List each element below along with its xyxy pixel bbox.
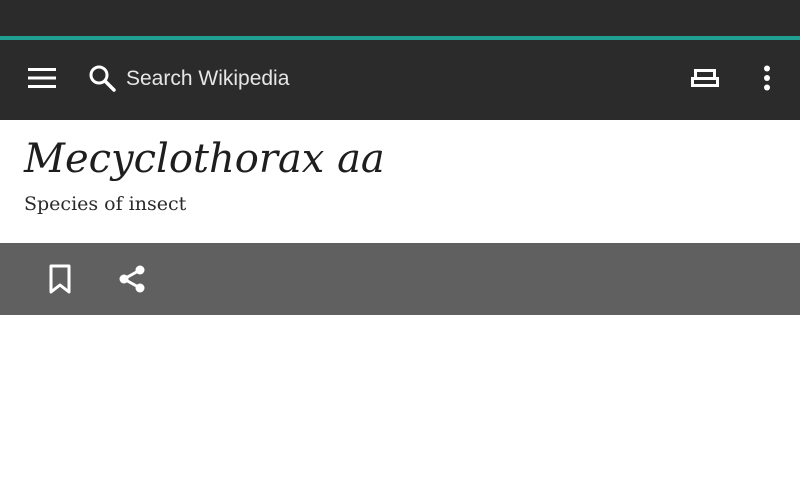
reading-list-button[interactable] [682,58,728,98]
article-content [0,315,800,480]
search-button[interactable] [84,60,120,96]
article-action-bar [0,243,800,315]
page-description: Species of insect [24,193,187,215]
toolbar: Search Wikipedia [0,40,800,120]
share-icon [119,265,145,293]
status-bar [0,0,800,36]
search-input[interactable]: Search Wikipedia [126,62,546,96]
article-header: Mecyclothorax aa Species of insect [0,120,800,243]
search-placeholder: Search Wikipedia [126,67,290,90]
share-button[interactable] [110,259,154,299]
reading-list-icon [691,69,719,87]
save-bookmark-button[interactable] [38,259,82,299]
more-vertical-icon [764,65,770,91]
search-icon [89,65,116,92]
hamburger-menu-icon [28,68,56,88]
menu-button[interactable] [18,56,66,100]
page-title: Mecyclothorax aa [24,136,385,182]
overflow-menu-button[interactable] [748,58,786,98]
bookmark-icon [49,264,71,294]
